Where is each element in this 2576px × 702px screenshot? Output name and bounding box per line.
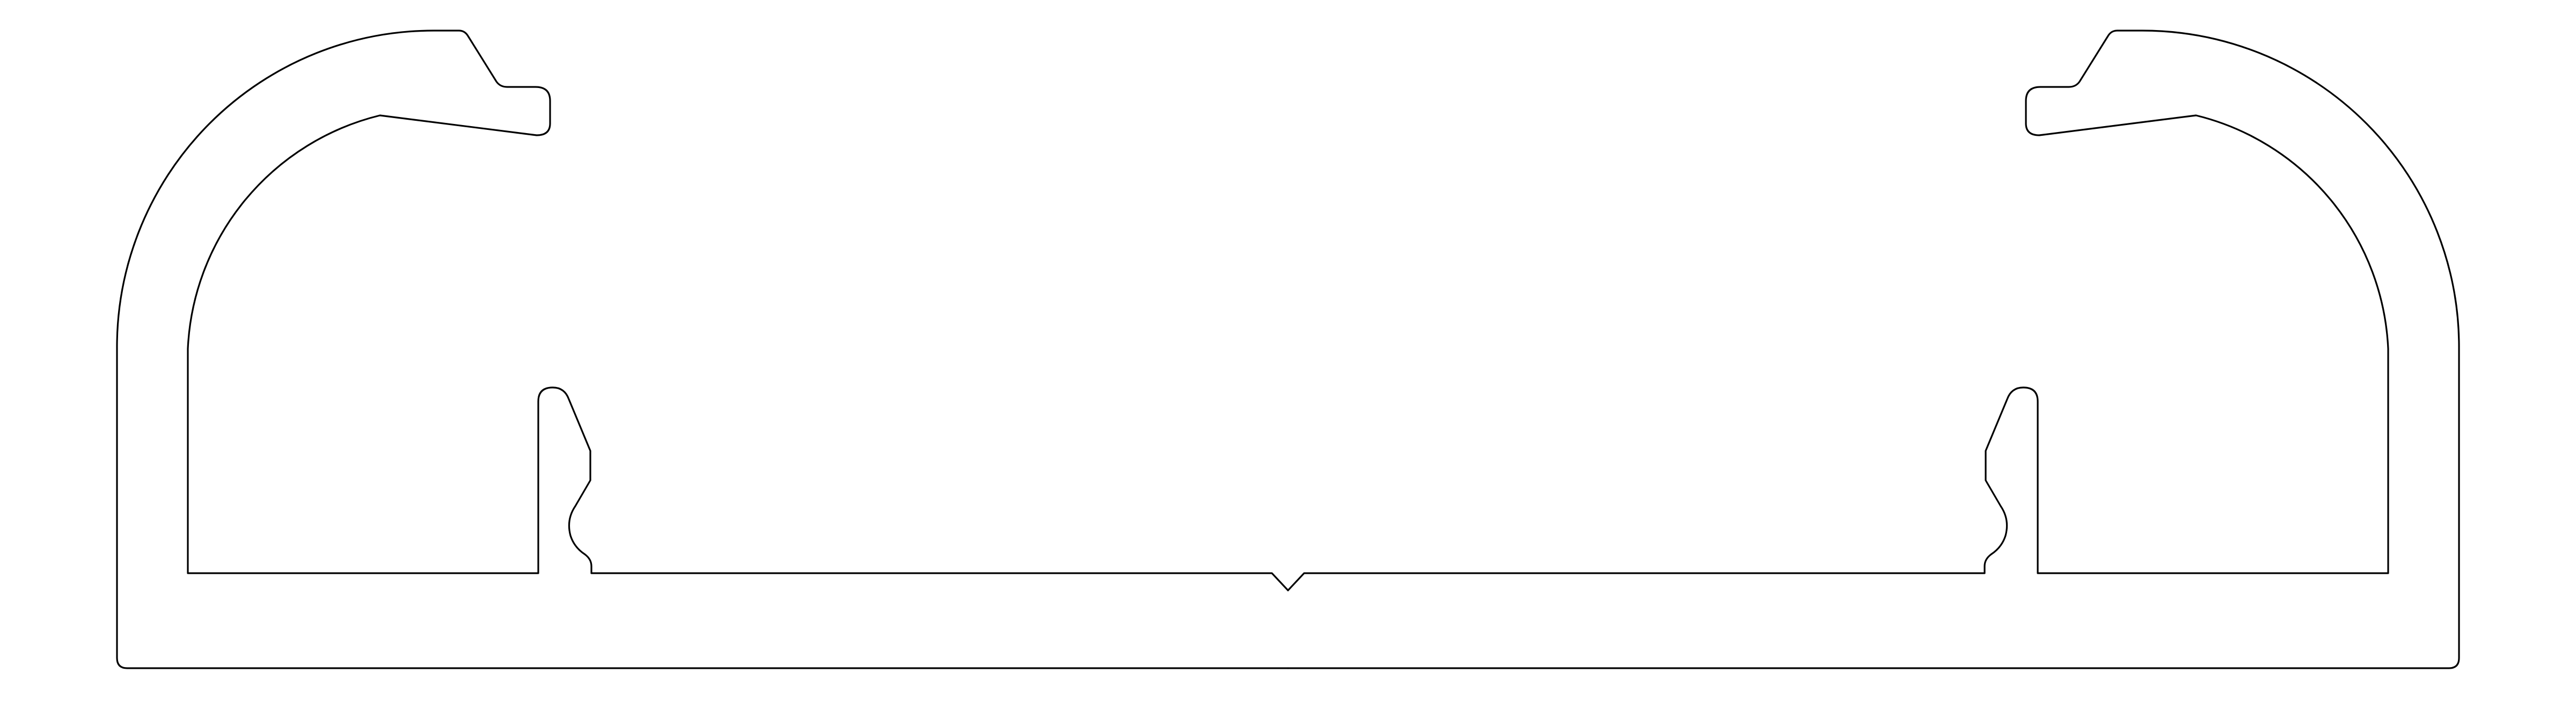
right-outer-contour [1287,30,2460,669]
left-outer-contour [116,30,1289,669]
profile-drawing-canvas [0,0,2576,702]
channel-profile [116,30,2460,669]
